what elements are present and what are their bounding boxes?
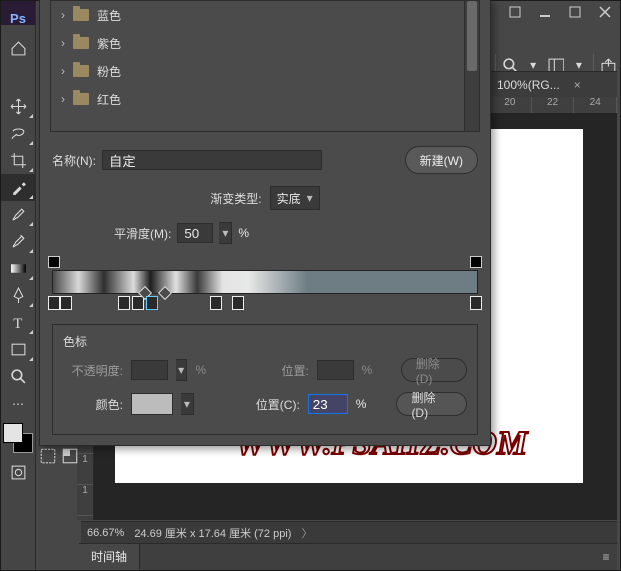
scrollbar-thumb[interactable] xyxy=(467,1,477,71)
gradient-presets: › 蓝色 › 紫色 › 粉色 › 红色 xyxy=(50,0,480,132)
history-brush-tool[interactable] xyxy=(1,228,35,255)
preset-folder[interactable]: › 蓝色 xyxy=(51,1,479,29)
color-stop[interactable] xyxy=(118,296,130,310)
color-swatches[interactable] xyxy=(3,423,33,453)
gradient-type-select[interactable]: 实底▾ xyxy=(270,186,320,210)
delete-opacity-button: 删除(D) xyxy=(401,358,467,382)
svg-text:T: T xyxy=(13,316,22,331)
window-controls xyxy=(500,1,620,23)
crop-tool[interactable] xyxy=(1,147,35,174)
chevron-right-icon[interactable]: 〉 xyxy=(301,525,312,541)
pen-tool[interactable] xyxy=(1,282,35,309)
color-label: 颜色: xyxy=(63,396,123,413)
gradient-tool[interactable] xyxy=(1,255,35,282)
panel-icon[interactable] xyxy=(61,445,79,467)
chevron-right-icon: › xyxy=(61,92,65,106)
ruler-tick: 22 xyxy=(532,97,575,113)
document-tab[interactable]: 100%(RG... × xyxy=(489,71,617,99)
color-stop[interactable] xyxy=(232,296,244,310)
document-tab-label: 100%(RG... xyxy=(497,78,560,92)
chevron-down-icon[interactable]: ▾ xyxy=(181,393,194,415)
eyedropper-tool[interactable] xyxy=(1,174,35,201)
move-tool[interactable] xyxy=(1,93,35,120)
ruler-horizontal: 20 22 24 xyxy=(489,97,617,114)
stops-panel: 色标 不透明度: ▾ % 位置: % 删除(D) 颜色: ▾ 位置(C): xyxy=(52,324,478,435)
toolbar: T ⋯ xyxy=(1,93,36,570)
ruler-tick: 24 xyxy=(574,97,617,113)
percent-label: % xyxy=(362,363,373,377)
brush-tool[interactable] xyxy=(1,201,35,228)
ruler-tick: 1 xyxy=(77,485,93,516)
delete-color-button[interactable]: 删除(D) xyxy=(396,392,467,416)
new-button[interactable]: 新建(W) xyxy=(405,146,478,174)
ruler-tick: 20 xyxy=(489,97,532,113)
zoom-level[interactable]: 66.67% xyxy=(87,527,124,539)
preset-label: 红色 xyxy=(97,91,121,108)
name-label: 名称(N): xyxy=(52,152,96,169)
preset-folder[interactable]: › 粉色 xyxy=(51,57,479,85)
home-icon[interactable] xyxy=(1,35,35,62)
close-icon[interactable]: × xyxy=(574,78,581,92)
chevron-down-icon: ▾ xyxy=(176,359,188,381)
minimize-button[interactable] xyxy=(530,1,560,23)
percent-label: % xyxy=(238,226,249,240)
maximize-button[interactable] xyxy=(560,1,590,23)
gradient-preview[interactable] xyxy=(52,270,478,294)
rectangle-tool[interactable] xyxy=(1,336,35,363)
stops-title: 色标 xyxy=(63,333,467,350)
lasso-tool[interactable] xyxy=(1,120,35,147)
gradient-editor-dialog: › 蓝色 › 紫色 › 粉色 › 红色 名称(N): 新建(W) 渐变类型: 实底▾ 平… xyxy=(39,0,491,446)
tab-timeline[interactable]: 时间轴 xyxy=(79,544,140,570)
percent-label: % xyxy=(195,363,206,377)
opacity-stop[interactable] xyxy=(470,256,482,268)
color-stop[interactable] xyxy=(48,296,60,310)
location-label: 位置: xyxy=(249,362,309,379)
status-bar: 66.67% 24.69 厘米 x 17.64 厘米 (72 ppi) 〉 xyxy=(81,521,617,544)
timeline-panel: 时间轴 ≡ xyxy=(79,543,617,570)
preset-label: 蓝色 xyxy=(97,7,121,24)
preset-label: 粉色 xyxy=(97,63,121,80)
quick-mask-icon[interactable] xyxy=(1,459,35,486)
close-button[interactable] xyxy=(590,1,620,23)
color-stop[interactable] xyxy=(470,296,482,310)
window-label-icon xyxy=(500,1,530,23)
chevron-down-icon[interactable]: ▾ xyxy=(219,222,232,244)
color-location-input[interactable] xyxy=(308,394,348,414)
preset-label: 紫色 xyxy=(97,35,121,52)
color-stop-selected[interactable] xyxy=(146,296,158,310)
folder-icon xyxy=(73,9,89,21)
chevron-right-icon: › xyxy=(61,64,65,78)
opacity-label: 不透明度: xyxy=(63,362,123,379)
zoom-tool[interactable] xyxy=(1,363,35,390)
preset-folder[interactable]: › 红色 xyxy=(51,85,479,113)
document-dimensions: 24.69 厘米 x 17.64 厘米 (72 ppi) xyxy=(134,525,291,541)
folder-icon xyxy=(73,65,89,77)
panel-menu-icon[interactable]: ≡ xyxy=(595,550,617,564)
preset-folder[interactable]: › 紫色 xyxy=(51,29,479,57)
chevron-right-icon: › xyxy=(61,8,65,22)
folder-icon xyxy=(73,37,89,49)
percent-label: % xyxy=(356,397,367,411)
smoothness-label: 平滑度(M): xyxy=(114,225,171,242)
smoothness-input[interactable] xyxy=(177,223,213,243)
gradient-editor-bar xyxy=(52,256,478,312)
name-input[interactable] xyxy=(102,150,322,170)
opacity-stop[interactable] xyxy=(48,256,60,268)
chevron-right-icon: › xyxy=(61,36,65,50)
panel-icon[interactable] xyxy=(39,445,57,467)
more-tools-icon[interactable]: ⋯ xyxy=(1,390,35,417)
scrollbar[interactable] xyxy=(464,1,479,131)
folder-icon xyxy=(73,93,89,105)
gradient-type-label: 渐变类型: xyxy=(210,190,261,207)
color-swatch[interactable] xyxy=(131,393,173,415)
location-input xyxy=(317,360,354,380)
type-tool[interactable]: T xyxy=(1,309,35,336)
color-stop[interactable] xyxy=(210,296,222,310)
chevron-down-icon: ▾ xyxy=(307,191,313,205)
color-stop[interactable] xyxy=(60,296,72,310)
color-location-label: 位置(C): xyxy=(240,396,300,413)
opacity-input xyxy=(131,360,168,380)
